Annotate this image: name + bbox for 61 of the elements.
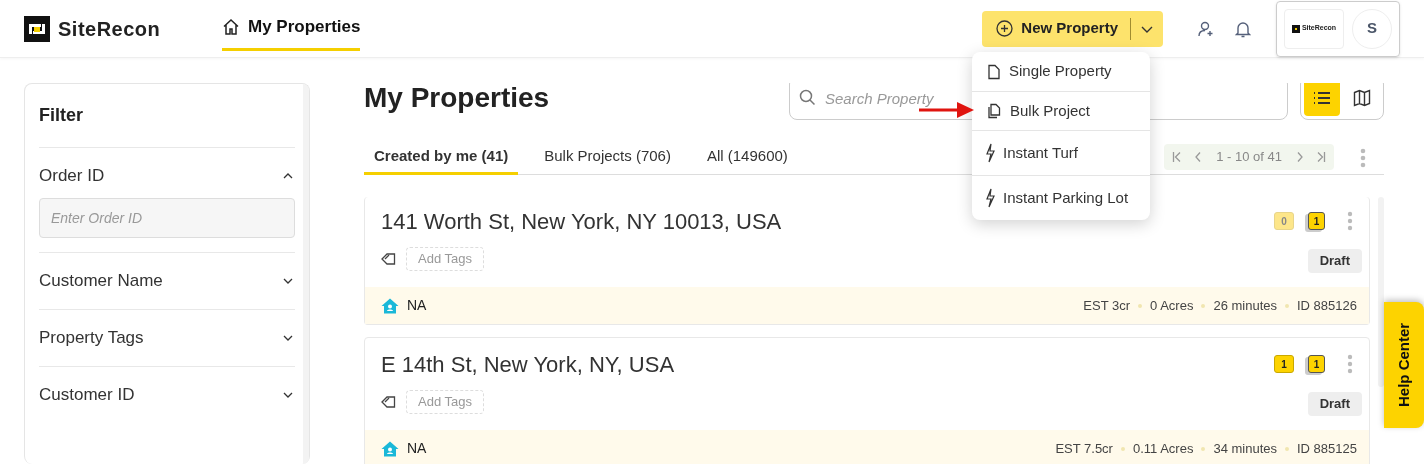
comment-badge[interactable]: 1	[1274, 355, 1294, 373]
tab[interactable]: Created by me (41)	[364, 140, 519, 175]
add-user-icon[interactable]	[1197, 19, 1215, 38]
first-page-icon[interactable]	[1172, 150, 1183, 163]
property-id: ID 885126	[1297, 296, 1357, 315]
lightning-icon	[985, 188, 995, 208]
search-icon	[799, 89, 816, 106]
filter-section-header[interactable]: Customer ID	[39, 367, 295, 423]
property-card[interactable]: E 14th St, New York, NY, USA Add Tags 1 1 Draft NA EST 7.5cr 0.11 Acres 34 minutes ID 885125	[364, 337, 1370, 464]
document-icon	[987, 63, 1001, 80]
previous-page-icon[interactable]	[1194, 150, 1203, 163]
time-text: 34 minutes	[1213, 439, 1277, 458]
menu-item[interactable]: Single Property	[972, 52, 1150, 91]
tag-icon	[381, 395, 397, 409]
tab[interactable]: All (149600)	[696, 140, 798, 175]
versions-badge[interactable]: 1	[1308, 212, 1325, 230]
menu-item[interactable]: Instant Parking Lot	[972, 175, 1150, 220]
estimate-text: EST 3cr	[1083, 296, 1131, 315]
button-label: New Property	[1021, 18, 1118, 39]
nav-tab[interactable]: My Properties	[222, 6, 361, 51]
page-range: 1 - 10 of 41	[1215, 147, 1283, 166]
more-options-icon[interactable]	[1347, 354, 1353, 374]
property-id: ID 885125	[1297, 439, 1357, 458]
more-options-icon[interactable]	[1347, 211, 1353, 231]
menu-item[interactable]: Bulk Project	[972, 91, 1150, 130]
brand-name: SiteRecon	[58, 16, 161, 42]
versions-badge[interactable]: 1	[1308, 355, 1325, 373]
list-view-button[interactable]	[1304, 83, 1340, 116]
area-text: 0 Acres	[1150, 296, 1194, 315]
customer-name: NA	[407, 296, 427, 315]
time-text: 26 minutes	[1213, 296, 1277, 315]
tag-icon	[381, 252, 397, 266]
last-page-icon[interactable]	[1316, 150, 1326, 163]
list-icon	[1313, 90, 1331, 106]
page-title: My Properties	[364, 83, 551, 115]
help-center-tab[interactable]: Help Center	[1384, 302, 1424, 428]
filter-section-header[interactable]: Customer Name	[39, 253, 295, 309]
more-options-icon[interactable]	[1360, 147, 1366, 168]
area-text: 0.11 Acres	[1132, 439, 1194, 458]
plus-circle-icon	[996, 20, 1014, 37]
status-badge: Draft	[1307, 249, 1362, 273]
lightning-icon	[985, 143, 995, 163]
bell-icon[interactable]	[1235, 19, 1251, 38]
menu-item[interactable]: Instant Turf	[972, 130, 1150, 175]
logo-icon	[24, 15, 50, 42]
map-icon	[1353, 89, 1371, 107]
home-icon	[222, 18, 240, 36]
house-icon	[381, 440, 399, 457]
documents-icon	[987, 103, 1002, 119]
property-address[interactable]: E 14th St, New York, NY, USA	[381, 350, 675, 380]
tab[interactable]: Bulk Projects (706)	[534, 140, 681, 175]
filter-title: Filter	[39, 104, 84, 127]
property-address[interactable]: 141 Worth St, New York, NY 10013, USA	[381, 207, 782, 237]
new-property-button[interactable]: New Property	[982, 10, 1163, 47]
next-page-icon[interactable]	[1296, 150, 1304, 163]
customer-name: NA	[407, 439, 427, 458]
status-badge: Draft	[1307, 392, 1362, 416]
house-icon	[381, 297, 399, 314]
filter-section-header[interactable]: Property Tags	[39, 310, 295, 366]
order-id-field[interactable]: Enter Order ID	[39, 198, 295, 238]
estimate-text: EST 7.5cr	[1055, 439, 1113, 458]
